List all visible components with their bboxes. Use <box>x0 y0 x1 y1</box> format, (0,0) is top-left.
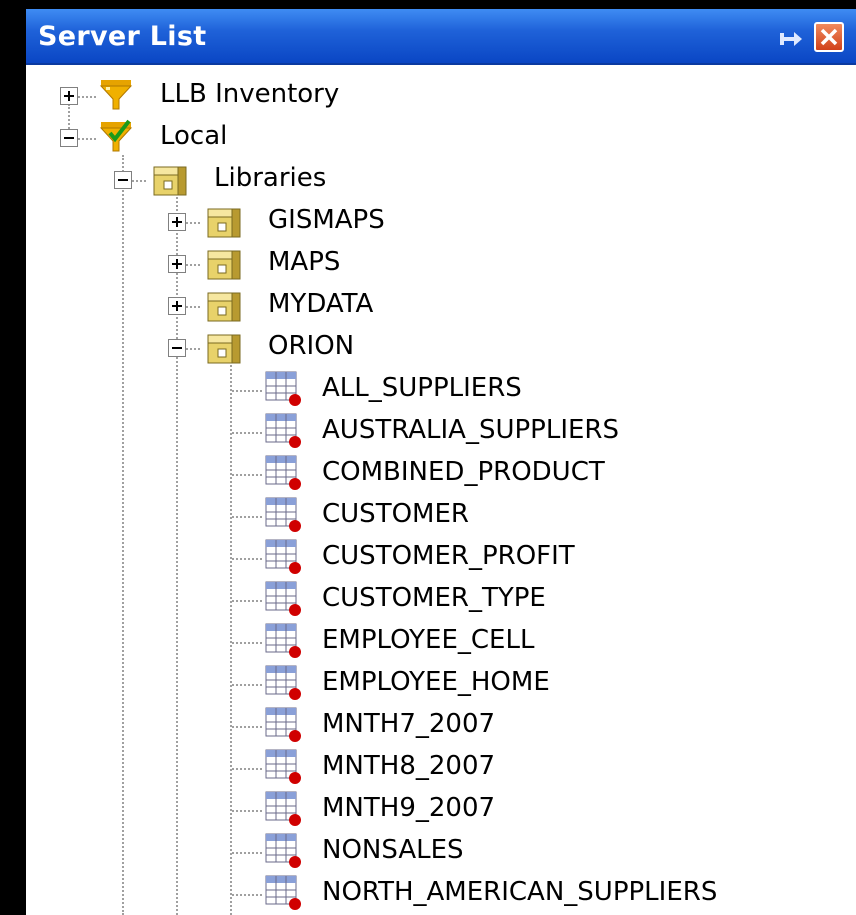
table-item[interactable]: EMPLOYEE_CELL <box>322 625 534 655</box>
table-item[interactable]: MNTH8_2007 <box>322 751 495 781</box>
funnel-icon <box>99 80 133 110</box>
tree-connector <box>232 642 262 644</box>
expand-toggle[interactable] <box>168 213 186 231</box>
tree-connector <box>232 558 262 560</box>
table-icon <box>265 455 301 490</box>
tree-connector <box>232 516 262 518</box>
tree-connector <box>232 390 262 392</box>
library-icon <box>207 334 241 364</box>
table-icon <box>265 749 301 784</box>
library-icon <box>207 250 241 280</box>
tree-node-label[interactable]: Libraries <box>214 163 326 193</box>
table-icon <box>265 833 301 868</box>
tree-connector <box>186 348 200 350</box>
tree-connector <box>186 222 200 224</box>
table-item[interactable]: CUSTOMER <box>322 499 469 529</box>
tree-connector <box>78 138 96 140</box>
panel-title: Server List <box>38 21 207 52</box>
table-item[interactable]: MNTH9_2007 <box>322 793 495 823</box>
expand-toggle[interactable] <box>168 255 186 273</box>
tree-node-label[interactable]: MYDATA <box>268 289 373 319</box>
table-item[interactable]: MNTH7_2007 <box>322 709 495 739</box>
table-item[interactable]: CUSTOMER_PROFIT <box>322 541 575 571</box>
tree-node-label[interactable]: GISMAPS <box>268 205 385 235</box>
close-button[interactable] <box>814 22 844 52</box>
tree-connector <box>232 894 262 896</box>
table-icon <box>265 623 301 658</box>
funnel-check-icon <box>99 119 133 152</box>
tree-node-label[interactable]: MAPS <box>268 247 340 277</box>
tree-connector <box>232 474 262 476</box>
table-icon <box>265 791 301 826</box>
tree-connector <box>132 180 146 182</box>
tree-node-label[interactable]: Local <box>160 121 227 151</box>
table-item[interactable]: ALL_SUPPLIERS <box>322 373 522 403</box>
close-icon <box>820 28 838 46</box>
collapse-toggle[interactable] <box>60 129 78 147</box>
tree-connector <box>232 726 262 728</box>
tree-connector <box>232 600 262 602</box>
tree-connector <box>232 768 262 770</box>
table-item[interactable]: COMBINED_PRODUCT <box>322 457 605 487</box>
tree-connector <box>186 264 200 266</box>
table-item[interactable]: AUSTRALIA_SUPPLIERS <box>322 415 619 445</box>
table-item[interactable]: CUSTOMER_TYPE <box>322 583 546 613</box>
table-item[interactable]: NONSALES <box>322 835 464 865</box>
library-icon <box>207 292 241 322</box>
library-icon <box>153 166 187 196</box>
tree-node-label[interactable]: ORION <box>268 331 354 361</box>
expand-toggle[interactable] <box>60 87 78 105</box>
tree-connector <box>232 684 262 686</box>
tree-connector <box>186 306 200 308</box>
tree-connector <box>78 96 96 98</box>
tree-node-label[interactable]: LLB Inventory <box>160 79 339 109</box>
table-icon <box>265 371 301 406</box>
table-item[interactable]: NORTH_AMERICAN_SUPPLIERS <box>322 877 717 907</box>
server-tree: LLB Inventory Local Libraries GISMAPS MA… <box>26 65 856 915</box>
panel-titlebar: Server List <box>26 9 856 65</box>
table-icon <box>265 875 301 910</box>
tree-connector <box>122 155 124 915</box>
tree-connector <box>232 810 262 812</box>
collapse-toggle[interactable] <box>168 339 186 357</box>
expand-toggle[interactable] <box>168 297 186 315</box>
tree-connector <box>232 432 262 434</box>
table-item[interactable]: EMPLOYEE_HOME <box>322 667 550 697</box>
table-icon <box>265 665 301 700</box>
table-icon <box>265 581 301 616</box>
table-icon <box>265 539 301 574</box>
table-icon <box>265 413 301 448</box>
collapse-toggle[interactable] <box>114 171 132 189</box>
library-icon <box>207 208 241 238</box>
table-icon <box>265 707 301 742</box>
tree-connector <box>232 852 262 854</box>
tree-connector <box>230 365 232 915</box>
table-icon <box>265 497 301 532</box>
pin-icon[interactable] <box>778 29 804 49</box>
